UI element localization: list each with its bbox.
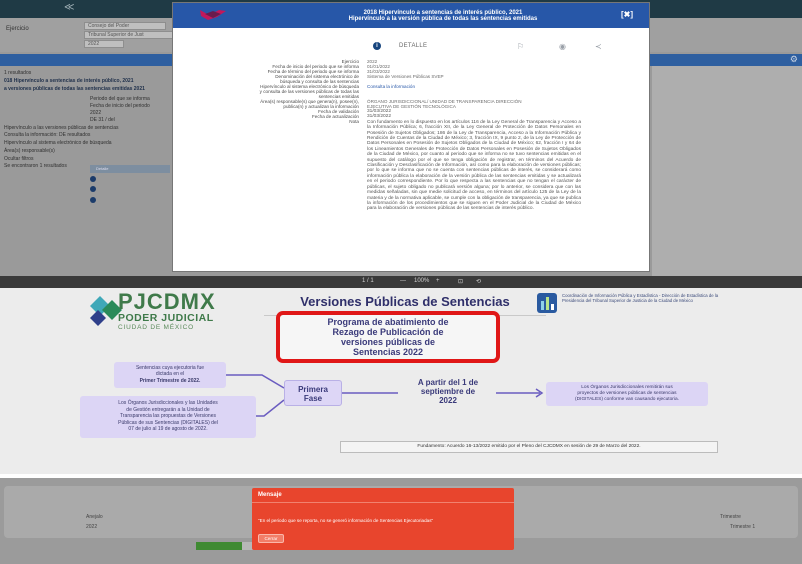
modal-title-line: Hipervínculo a la versión pública de tod…	[348, 16, 538, 22]
box-line: (DIGITALES) conforme van causando ejecut…	[575, 397, 679, 403]
infographic-panel: PJCDMX PODER JUDICIAL CIUDAD DE MÉXICO V…	[0, 288, 802, 474]
detail-row-button[interactable]	[90, 197, 96, 203]
info-icon: i	[373, 42, 381, 50]
background-column	[652, 66, 802, 276]
result-line: 2022	[90, 110, 102, 116]
result-line: Periodo del que se informa	[90, 96, 150, 102]
message-dialog-panel: Anejalo 2022 Trimestre Trimestre 1 Mensa…	[0, 478, 802, 564]
message-dialog: Mensaje "En el periodo que se reporta, n…	[252, 488, 514, 550]
results-count: 1 resultados	[4, 70, 32, 76]
jurisdictional-box: Los Órganos Jurisdiccionales remitirán s…	[546, 382, 708, 406]
date-line: A partir del 1 de	[417, 378, 479, 387]
result-line: Área(s) responsable(s)	[4, 148, 55, 154]
organismo-field[interactable]: Tribunal Superior de Just	[84, 31, 176, 39]
result-line: DE 31 / del	[90, 117, 115, 123]
phase-line: Fase	[303, 394, 323, 403]
detail-row-button[interactable]	[90, 176, 96, 182]
result-line: Hipervínculo a las versiones públicas de…	[4, 125, 119, 131]
view-icon[interactable]: ◉	[559, 42, 566, 51]
result-line: Fecha de inicio del periodo	[90, 103, 150, 109]
zoom-out-button[interactable]: —	[400, 278, 406, 284]
screenshot-collage: ≪ Ejercicio Consejo del Poder Tribunal S…	[0, 0, 802, 564]
results-table: Detalle	[90, 165, 170, 195]
table-header-detalle: Detalle	[90, 165, 170, 173]
zoom-in-button[interactable]: +	[436, 278, 440, 284]
field-label: Nota	[349, 119, 359, 124]
results-found-text: Se encontraron 1 resultados	[4, 163, 67, 169]
share-icon[interactable]: ⚐	[517, 42, 524, 51]
rotate-icon[interactable]: ⟲	[476, 278, 481, 285]
platform-logo-icon	[200, 10, 226, 20]
year-filter-value[interactable]: 2022	[86, 524, 97, 530]
settings-icon[interactable]: ⚙	[790, 54, 798, 65]
modal-header: 2018 Hipervínculo a sentencias de interé…	[173, 3, 649, 28]
start-date-text: A partir del 1 de septiembre de 2022	[402, 378, 494, 405]
modal-title: 2018 Hipervínculo a sentencias de interé…	[303, 10, 583, 22]
fit-page-icon[interactable]: ⊡	[458, 278, 463, 285]
dialog-title: Mensaje	[258, 492, 282, 498]
transparency-portal-panel: ≪ Ejercicio Consejo del Poder Tribunal S…	[0, 0, 802, 276]
year-filter-label: Anejalo	[86, 514, 103, 520]
quarter-filter-value[interactable]: Trimestre 1	[730, 524, 755, 530]
pdf-viewer-toolbar: 1 / 1 — 100% + ⊡ ⟲	[0, 276, 802, 288]
search-button[interactable]	[196, 542, 242, 550]
result-line: Hipervínculo al sistema electrónico de b…	[4, 140, 112, 146]
dialog-divider	[252, 502, 514, 503]
phase-line: Primera	[298, 385, 328, 394]
share-network-icon[interactable]: ≺	[595, 42, 602, 51]
date-line: 2022	[439, 396, 457, 405]
close-dialog-button[interactable]: Cerrar	[258, 534, 284, 543]
dialog-message: "En el periodo que se reporta, no se gen…	[258, 518, 434, 523]
detail-modal: 2018 Hipervínculo a sentencias de interé…	[172, 2, 650, 272]
legal-basis-footer: Fundamento: Acuerdo 16-13/2022 emitido p…	[340, 441, 718, 453]
result-line: Consulta la información: DE resultados	[4, 132, 91, 138]
field-value-fecha-validacion: 31/03/2022 31/03/2022 Con fundamento en …	[367, 109, 581, 212]
date-line: septiembre de	[420, 387, 476, 396]
first-phase-box: Primera Fase	[284, 380, 342, 406]
year-field[interactable]: 2022	[84, 40, 124, 48]
detail-toolbar: i DETALLE ⚐ ◉ ≺	[173, 41, 649, 55]
quarter-filter-label: Trimestre	[720, 514, 741, 520]
result-title[interactable]: 018 Hipervínculo a sentencias de interés…	[4, 78, 134, 84]
page-indicator: 1 / 1	[362, 278, 374, 284]
note-text: Con fundamento en lo dispuesto en los ar…	[367, 119, 581, 212]
collapse-icon[interactable]: ≪	[64, 2, 74, 13]
hide-filters-link[interactable]: Ocultar filtros	[4, 156, 33, 162]
sujeto-obligado-field[interactable]: Consejo del Poder	[84, 22, 166, 30]
form-label-ejercicio: Ejercicio	[6, 26, 29, 32]
result-subtitle: a versiones públicas de todas las senten…	[4, 86, 145, 92]
detail-label: DETALLE	[399, 43, 428, 49]
modal-close-button[interactable]: [✖]	[621, 10, 633, 19]
detail-row-button[interactable]	[90, 186, 96, 192]
zoom-level[interactable]: 100%	[414, 278, 429, 284]
